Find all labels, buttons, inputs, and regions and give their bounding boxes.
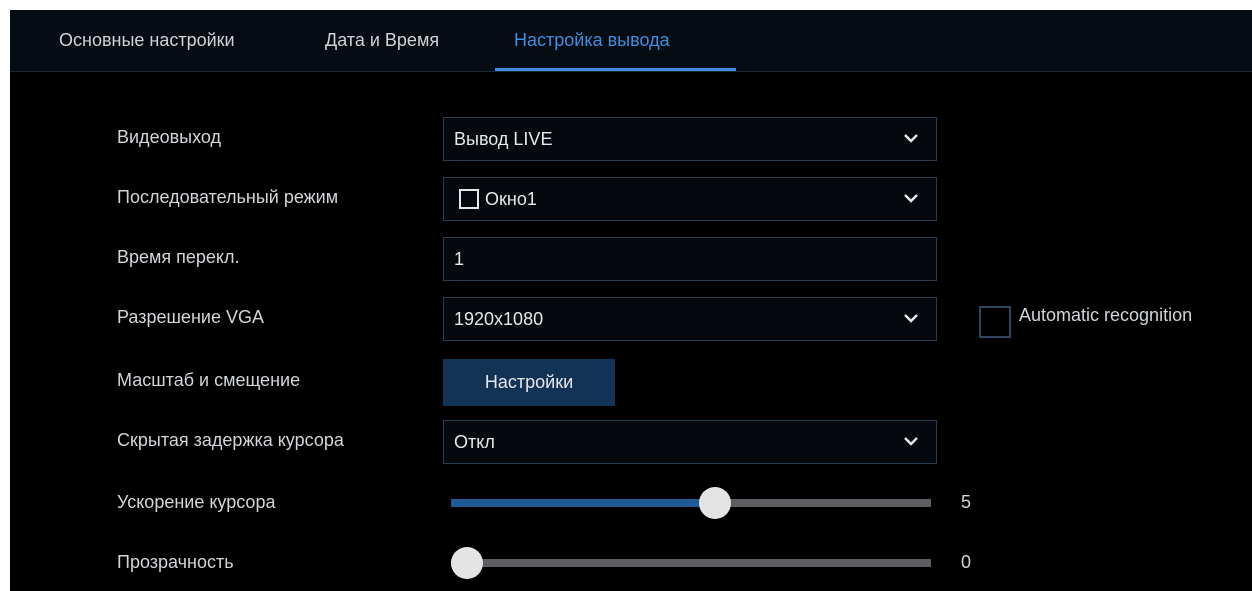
slider-knob[interactable] (451, 547, 483, 579)
switch-time-input[interactable]: 1 (443, 237, 937, 281)
cursor-hide-delay-label: Скрытая задержка курсора (117, 430, 344, 450)
transparency-label: Прозрачность (117, 552, 234, 572)
tab-output-settings[interactable]: Настройка вывода (514, 10, 670, 71)
automatic-recognition-label: Automatic recognition (1019, 305, 1193, 325)
cursor-hide-delay-value: Откл (454, 432, 495, 452)
checkbox-icon[interactable] (459, 189, 479, 209)
vga-resolution-select[interactable]: 1920x1080 (443, 297, 937, 341)
cursor-acceleration-slider[interactable] (451, 487, 931, 519)
settings-panel: Основные настройки Дата и Время Настройк… (10, 10, 1252, 591)
active-tab-indicator (495, 68, 736, 71)
switch-time-label: Время перекл. (117, 247, 240, 267)
slider-knob[interactable] (699, 487, 731, 519)
cursor-hide-delay-select[interactable]: Откл (443, 420, 937, 464)
tab-basic-settings[interactable]: Основные настройки (59, 10, 235, 71)
scale-offset-label: Масштаб и смещение (117, 370, 301, 390)
video-output-value: Вывод LIVE (454, 129, 553, 149)
automatic-recognition-checkbox[interactable] (979, 306, 1011, 338)
vga-resolution-value: 1920x1080 (454, 309, 544, 329)
tab-date-time[interactable]: Дата и Время (325, 10, 439, 71)
tab-bar: Основные настройки Дата и Время Настройк… (10, 10, 1252, 72)
sequence-mode-value: Окно1 (485, 189, 537, 209)
switch-time-value: 1 (454, 249, 465, 269)
slider-fill (451, 499, 715, 507)
vga-resolution-label: Разрешение VGA (117, 307, 264, 327)
scale-settings-button[interactable]: Настройки (443, 359, 615, 406)
cursor-acceleration-label: Ускорение курсора (117, 492, 276, 512)
chevron-down-icon (904, 194, 918, 203)
video-output-label: Видеовыход (117, 127, 222, 147)
transparency-slider[interactable] (451, 547, 931, 579)
chevron-down-icon (904, 437, 918, 446)
cursor-acceleration-value: 5 (961, 492, 972, 512)
video-output-select[interactable]: Вывод LIVE (443, 117, 937, 161)
sequence-mode-label: Последовательный режим (117, 187, 339, 207)
chevron-down-icon (904, 134, 918, 143)
chevron-down-icon (904, 314, 918, 323)
sequence-mode-select[interactable]: Окно1 (443, 177, 937, 221)
transparency-value: 0 (961, 552, 972, 572)
